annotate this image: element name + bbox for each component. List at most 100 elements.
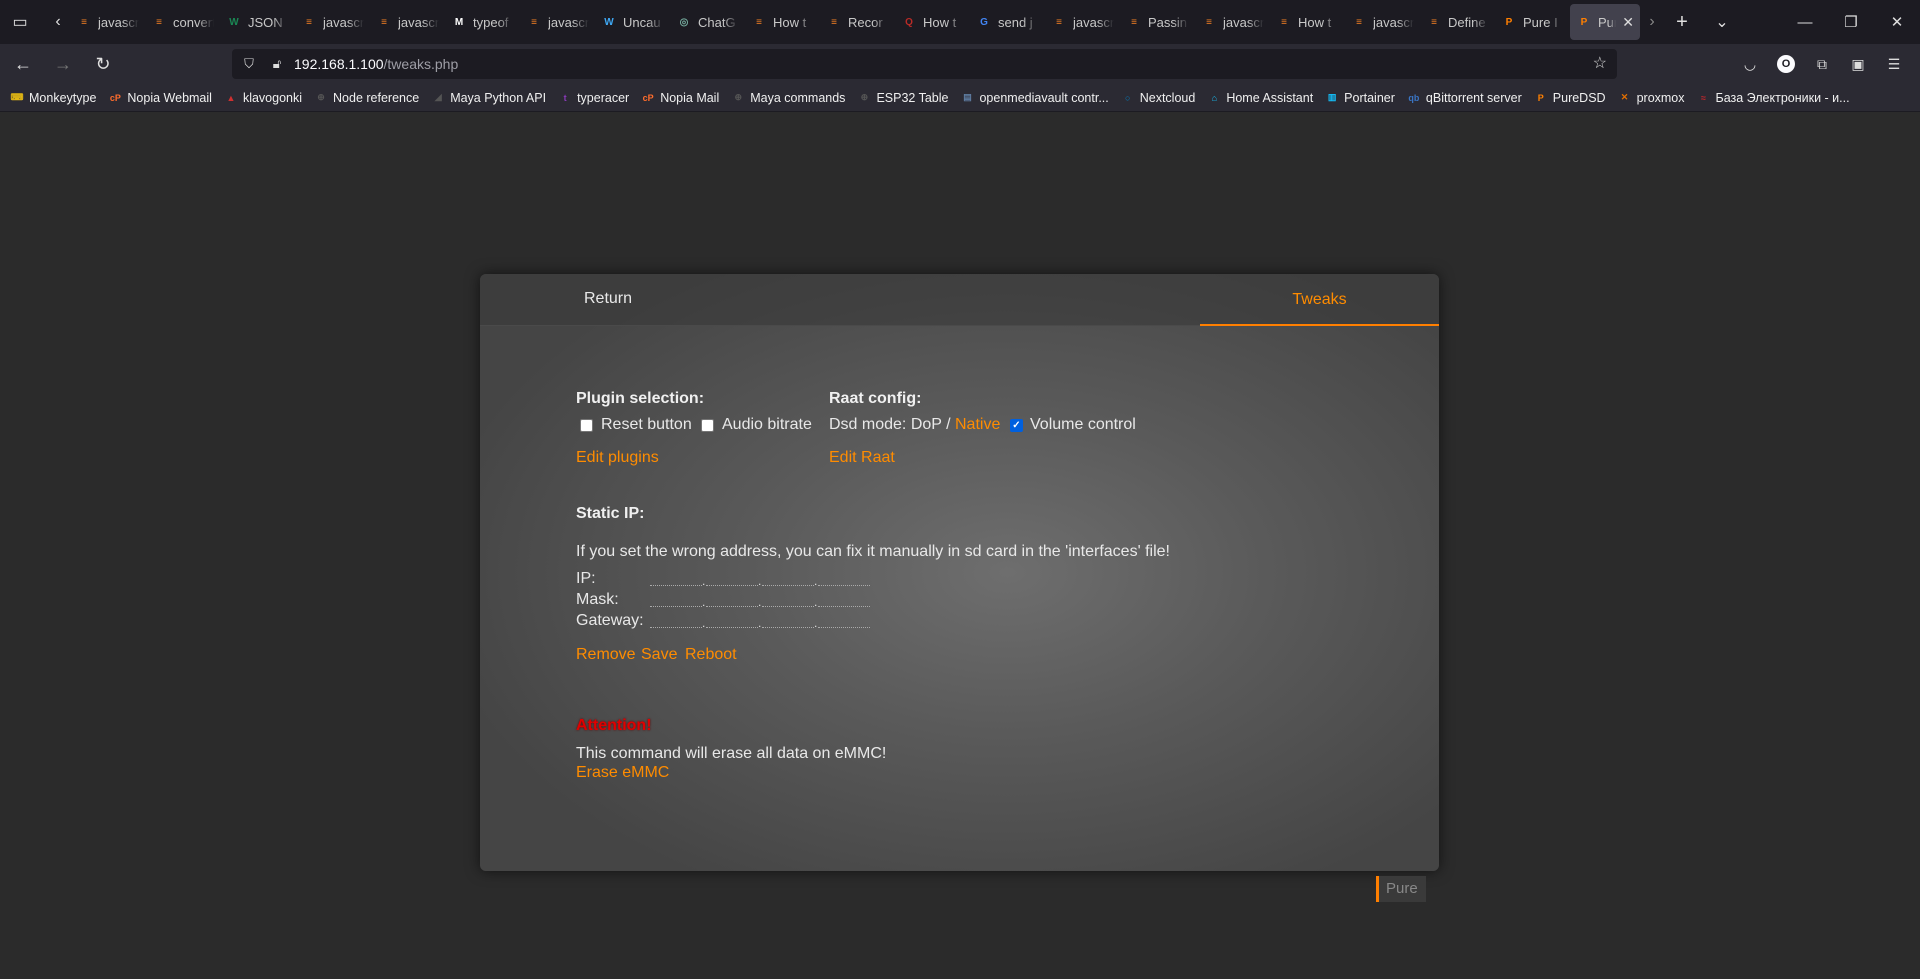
volume-control-checkbox[interactable]: ✓ — [1010, 419, 1023, 432]
bookmark-item[interactable]: ▲ klavogonki — [224, 91, 302, 105]
reset-button-checkbox[interactable] — [580, 419, 593, 432]
edit-raat-link[interactable]: Edit Raat — [829, 449, 895, 467]
bookmarks-toolbar: ⌨ Monkeytype cP Nopia Webmail ▲ klavogonki ⊕ No… — [0, 84, 1920, 112]
panel-header: Return Tweaks — [480, 274, 1439, 326]
gateway-octet-4[interactable] — [818, 614, 870, 628]
ip-label: IP: — [576, 570, 596, 587]
extensions-icon[interactable]: ⧉ — [1806, 48, 1838, 80]
bookmark-item[interactable]: ≈ База Электроники - и... — [1697, 91, 1850, 105]
tab-overview-icon[interactable]: ▭ — [2, 4, 38, 40]
tab[interactable]: W Uncau — [595, 4, 670, 40]
mask-octet-2[interactable] — [706, 593, 758, 607]
bookmark-favicon-icon: ▲ — [226, 92, 236, 103]
return-link[interactable]: Return — [584, 290, 632, 308]
bookmark-label: Nopia Mail — [660, 90, 720, 105]
tab[interactable]: ≡ Passin — [1120, 4, 1195, 40]
bookmark-item[interactable]: t typeracer — [558, 91, 630, 105]
back-button[interactable]: ← — [6, 48, 40, 80]
edit-plugins-link[interactable]: Edit plugins — [576, 449, 659, 467]
bookmark-item[interactable]: cP Nopia Mail — [641, 90, 720, 105]
tab-title: Pur — [1598, 14, 1617, 30]
tab-title: How t — [923, 14, 957, 30]
tweaks-tab[interactable]: Tweaks — [1200, 274, 1439, 326]
bookmark-item[interactable]: ✕ proxmox — [1618, 91, 1685, 105]
tab[interactable]: Gsend j — [970, 4, 1045, 40]
tab[interactable]: Mtypeof — [445, 4, 520, 40]
tab-favicon-icon: ≡ — [306, 16, 312, 28]
tab[interactable]: ≡ javascr — [370, 4, 445, 40]
tab-active[interactable]: P Pur ✕ — [1570, 4, 1640, 40]
ip-octet-3[interactable] — [762, 572, 814, 586]
bookmark-item[interactable]: ▥ Portainer — [1325, 91, 1395, 105]
bookmark-item[interactable]: ○ Nextcloud — [1121, 91, 1195, 105]
forward-button[interactable]: → — [46, 48, 80, 80]
save-link[interactable]: Save — [641, 646, 677, 664]
tab[interactable]: ≡ Define — [1420, 4, 1495, 40]
tab[interactable]: ≡ How t — [745, 4, 820, 40]
bookmark-star-icon[interactable]: ☆ — [1593, 53, 1607, 73]
tab[interactable]: ◎ ChatG — [670, 4, 745, 40]
ip-octet-1[interactable] — [650, 572, 702, 586]
reload-button[interactable]: ↻ — [86, 48, 120, 80]
bookmark-item[interactable]: P PureDSD — [1534, 91, 1606, 105]
tab[interactable]: ≡ javascr — [1345, 4, 1420, 40]
tab[interactable]: ≡ javascr — [1195, 4, 1270, 40]
tab[interactable]: ≡ Recor — [820, 4, 895, 40]
bookmark-item[interactable]: qb qBittorrent server — [1407, 91, 1521, 105]
gateway-octet-2[interactable] — [706, 614, 758, 628]
url-bar[interactable]: ⛉ 🔓︎ 192.168.1.100/tweaks.php ☆ — [232, 49, 1617, 79]
not-secure-icon[interactable]: 🔓︎ — [266, 56, 288, 72]
dsd-native-option[interactable]: Native — [955, 416, 1000, 434]
tab-title: ChatG — [698, 14, 736, 30]
bookmark-item[interactable]: ⌨ Monkeytype — [10, 91, 97, 105]
bookmark-item[interactable]: ⊕ Node reference — [314, 91, 419, 105]
sidebar-icon[interactable]: ▣ — [1842, 48, 1874, 80]
remove-link[interactable]: Remove — [576, 646, 636, 664]
gateway-octet-3[interactable] — [762, 614, 814, 628]
audio-bitrate-checkbox[interactable] — [701, 419, 714, 432]
tab-favicon-icon: ≡ — [1356, 16, 1362, 28]
minimize-button[interactable]: — — [1782, 0, 1828, 44]
tab-favicon-icon: W — [229, 16, 239, 28]
pocket-icon[interactable]: ◡ — [1734, 48, 1766, 80]
tab[interactable]: ≡ convert — [145, 4, 220, 40]
bookmark-label: PureDSD — [1552, 90, 1606, 105]
bookmark-item[interactable]: ⊕ ESP32 Table — [857, 91, 949, 105]
mask-octet-3[interactable] — [762, 593, 814, 607]
gateway-octet-1[interactable] — [650, 614, 702, 628]
tab[interactable]: ≡ javascr — [1045, 4, 1120, 40]
new-tab-button[interactable]: + — [1664, 4, 1700, 40]
tab-favicon-icon: ≡ — [1131, 16, 1137, 28]
shield-icon[interactable]: ⛉ — [238, 56, 260, 72]
scroll-tabs-right-icon[interactable]: › — [1640, 4, 1664, 40]
scroll-tabs-left-icon[interactable]: ‹ — [46, 4, 70, 40]
profile-icon[interactable]: O — [1770, 48, 1802, 80]
mask-octet-4[interactable] — [818, 593, 870, 607]
tab[interactable]: P Pure I — [1495, 4, 1570, 40]
tweaks-panel: Return Tweaks Plugin selection: Reset bu… — [480, 274, 1439, 871]
list-all-tabs-icon[interactable]: ⌄ — [1704, 4, 1740, 40]
mask-octet-1[interactable] — [650, 593, 702, 607]
bookmark-favicon-icon: cP — [642, 92, 654, 103]
bookmark-item[interactable]: ◢ Maya Python API — [431, 91, 546, 105]
bookmark-item[interactable]: ⊕ Maya commands — [731, 91, 845, 105]
ip-octet-2[interactable] — [706, 572, 758, 586]
tab[interactable]: Q How t — [895, 4, 970, 40]
reboot-link[interactable]: Reboot — [685, 646, 737, 664]
restore-button[interactable]: ❐ — [1828, 0, 1874, 44]
ip-octet-4[interactable] — [818, 572, 870, 586]
tab-title: convert — [173, 14, 214, 30]
menu-icon[interactable]: ☰ — [1878, 48, 1910, 80]
tab[interactable]: ≡ javascr — [520, 4, 595, 40]
close-tab-icon[interactable]: ✕ — [1622, 14, 1634, 31]
erase-emmc-link[interactable]: Erase eMMC — [576, 764, 669, 782]
bookmark-item[interactable]: ⌂ Home Assistant — [1207, 91, 1314, 105]
tab[interactable]: ≡ How t — [1270, 4, 1345, 40]
tab[interactable]: ≡ javascr — [70, 4, 145, 40]
bookmark-favicon-icon: cP — [109, 92, 121, 103]
tab[interactable]: W JSON — [220, 4, 295, 40]
bookmark-item[interactable]: cP Nopia Webmail — [108, 91, 212, 105]
bookmark-item[interactable]: ▤ openmediavault contr... — [960, 91, 1109, 105]
close-window-button[interactable]: ✕ — [1874, 0, 1920, 44]
tab[interactable]: ≡ javascr — [295, 4, 370, 40]
